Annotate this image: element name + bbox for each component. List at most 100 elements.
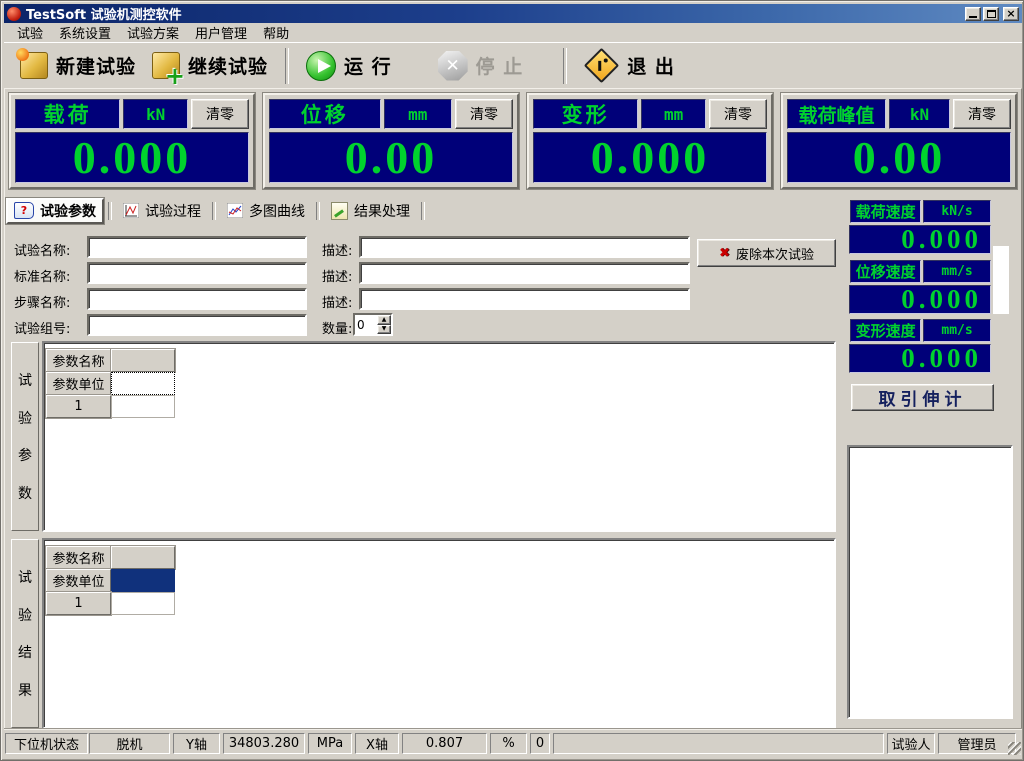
load-meter-title: 载荷 — [15, 99, 120, 129]
load-meter-value: 0.000 — [15, 132, 249, 183]
grid-cell-value[interactable] — [111, 592, 175, 615]
test-desc-label: 描述: — [322, 240, 352, 259]
stop-icon: ✕ — [438, 51, 468, 81]
status-y-axis-label: Y轴 — [173, 733, 220, 754]
load-speed-title: 载荷速度 — [850, 200, 921, 223]
background-panel — [993, 246, 1009, 314]
load-speed-unit: kN/s — [923, 200, 991, 223]
test-desc-input[interactable] — [359, 236, 690, 258]
menu-user-management[interactable]: 用户管理 — [187, 22, 255, 43]
resize-grip[interactable] — [1008, 742, 1021, 755]
standard-desc-label: 描述: — [322, 266, 352, 285]
continue-test-button[interactable]: 继续试验 — [144, 50, 276, 81]
load-clear-button[interactable]: 清零 — [191, 99, 249, 129]
run-button[interactable]: 运 行 — [298, 49, 400, 83]
app-icon — [7, 7, 21, 21]
test-name-input[interactable] — [87, 236, 307, 258]
toolbar-separator — [563, 48, 567, 84]
test-parameters-grid-area[interactable]: 参数名称 参数单位 1 — [42, 341, 836, 532]
displacement-speed-value: 0.000 — [849, 285, 991, 314]
status-y-axis-value: 34803.280 — [223, 733, 305, 754]
step-desc-input[interactable] — [359, 288, 690, 310]
menu-test-scheme[interactable]: 试验方案 — [119, 22, 187, 43]
standard-name-input[interactable] — [87, 262, 307, 284]
load-meter: 载荷 kN 清零 0.000 — [9, 93, 255, 189]
displacement-meter-title: 位移 — [269, 99, 381, 129]
load-meter-unit: kN — [123, 99, 188, 129]
standard-desc-input[interactable] — [359, 262, 690, 284]
step-desc-label: 描述: — [322, 292, 352, 311]
displacement-meter-unit: mm — [384, 99, 452, 129]
status-operator-value: 管理员 — [938, 733, 1016, 754]
book-question-icon — [14, 202, 34, 219]
multi-curve-icon — [227, 203, 243, 218]
tab-test-parameters[interactable]: 试验参数 — [6, 198, 104, 224]
maximize-icon — [987, 10, 996, 18]
tab-test-process[interactable]: 试验过程 — [116, 199, 208, 223]
test-parameters-side-label: 试 验 参 数 — [11, 342, 39, 531]
load-peak-meter: 载荷峰值 kN 清零 0.00 — [781, 93, 1017, 189]
load-speed-header: 载荷速度 kN/s — [850, 200, 991, 223]
status-bar: 下位机状态 脱机 Y轴 34803.280 MPa X轴 0.807 % 0 试… — [4, 728, 1022, 757]
curve-chart-icon — [123, 203, 139, 218]
tab-result-processing[interactable]: 结果处理 — [324, 199, 417, 223]
deformation-speed-value: 0.000 — [849, 344, 991, 373]
status-lower-machine-label: 下位机状态 — [5, 733, 88, 754]
abort-test-button[interactable]: ✖ 废除本次试验 — [697, 239, 836, 267]
exit-button[interactable]: 退 出 — [576, 50, 683, 81]
run-icon — [306, 51, 336, 81]
quantity-stepper: ▲ ▼ — [353, 313, 393, 336]
grid-row-header-1: 1 — [46, 592, 111, 615]
grid-header-param-unit: 参数单位 — [46, 569, 111, 592]
deformation-meter-title: 变形 — [533, 99, 638, 129]
grid-header-param-name: 参数名称 — [46, 349, 111, 372]
deformation-clear-button[interactable]: 清零 — [709, 99, 767, 129]
test-results-side-label: 试 验 结 果 — [11, 539, 39, 728]
grid-cell-unit[interactable] — [111, 372, 175, 395]
continue-test-icon — [152, 52, 180, 79]
tab-separator — [421, 202, 425, 220]
grid-header-param-unit: 参数单位 — [46, 372, 111, 395]
new-test-button[interactable]: 新建试验 — [12, 50, 144, 81]
load-peak-clear-button[interactable]: 清零 — [953, 99, 1011, 129]
take-extensometer-button[interactable]: 取引伸计 — [851, 384, 994, 411]
close-button[interactable]: × — [1003, 7, 1019, 21]
stop-button[interactable]: ✕ 停 止 — [430, 49, 532, 83]
deformation-speed-title: 变形速度 — [850, 319, 921, 342]
test-group-input[interactable] — [87, 314, 307, 336]
result-list-box[interactable] — [847, 445, 1013, 719]
grid-cell-unit-selected[interactable] — [111, 569, 175, 592]
grid-cell-value[interactable] — [111, 395, 175, 418]
title-bar[interactable]: TestSoft 试验机测控软件 × — [4, 4, 1022, 23]
test-results-grid-area[interactable]: 参数名称 参数单位 1 — [42, 538, 836, 729]
exit-icon — [584, 48, 619, 83]
new-test-icon — [20, 52, 48, 79]
status-message — [553, 733, 884, 754]
tab-separator — [212, 202, 216, 220]
deformation-meter: 变形 mm 清零 0.000 — [527, 93, 773, 189]
menu-bar: 试验 系统设置 试验方案 用户管理 帮助 — [4, 23, 1022, 42]
displacement-meter: 位移 mm 清零 0.00 — [263, 93, 519, 189]
status-x-axis-label: X轴 — [355, 733, 399, 754]
grid-row-header-1: 1 — [46, 395, 111, 418]
menu-help[interactable]: 帮助 — [255, 22, 297, 43]
status-offline: 脱机 — [89, 733, 170, 754]
step-name-input[interactable] — [87, 288, 307, 310]
parameters-grid: 参数名称 参数单位 1 — [46, 349, 175, 418]
maximize-button[interactable] — [983, 7, 999, 21]
close-icon: × — [1006, 8, 1015, 19]
red-x-icon: ✖ — [719, 246, 730, 261]
menu-test[interactable]: 试验 — [9, 22, 51, 43]
quantity-down-button[interactable]: ▼ — [377, 325, 391, 335]
quantity-input[interactable] — [355, 315, 377, 334]
menu-system-settings[interactable]: 系统设置 — [51, 22, 119, 43]
minimize-button[interactable] — [965, 7, 981, 21]
displacement-clear-button[interactable]: 清零 — [455, 99, 513, 129]
grid-corner-cell — [111, 349, 175, 372]
displacement-speed-header: 位移速度 mm/s — [850, 260, 991, 283]
grid-corner-cell — [111, 546, 175, 569]
tab-multi-curves[interactable]: 多图曲线 — [220, 199, 312, 223]
tab-separator — [108, 202, 112, 220]
quantity-up-button[interactable]: ▲ — [377, 315, 391, 325]
window-title: TestSoft 试验机测控软件 — [26, 4, 963, 23]
